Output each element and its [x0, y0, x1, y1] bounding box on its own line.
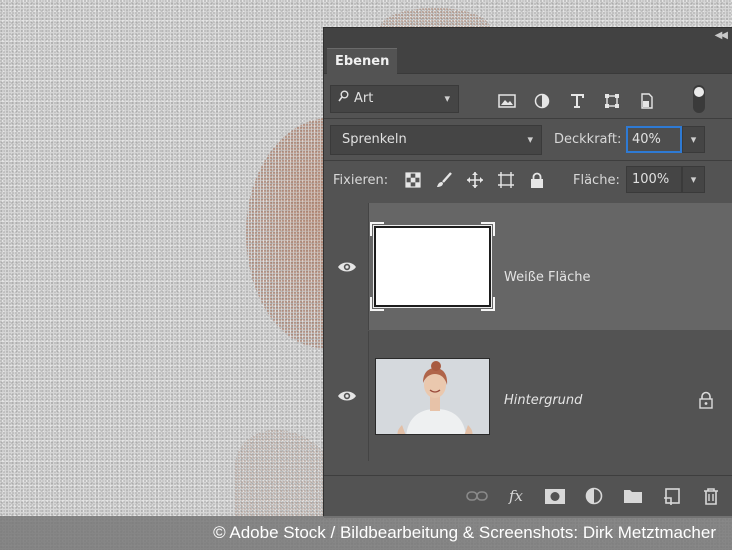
lock-image-pixels-icon[interactable]	[433, 169, 455, 191]
layer-thumbnail-photo[interactable]	[375, 358, 490, 435]
fill-label: Fläche:	[573, 173, 620, 188]
new-adjustment-layer-icon[interactable]	[583, 485, 605, 507]
layer-name[interactable]: Hintergrund	[504, 393, 582, 408]
blend-mode-select[interactable]: Sprenkeln ▾	[330, 125, 542, 155]
smartobject-filter-icon[interactable]	[636, 90, 657, 111]
fx-icon[interactable]: fx	[505, 485, 527, 507]
thumbnail-corner	[481, 297, 495, 311]
opacity-input[interactable]: 40%	[626, 126, 682, 153]
opacity-dropdown-chevron-icon[interactable]: ▾	[682, 126, 705, 153]
layer-lock-icon[interactable]	[698, 391, 714, 409]
layers-panel: ◀◀ Ebenen Art ▾ Sprenkeln ▾ Deckkraft: 4…	[323, 27, 732, 518]
delete-layer-icon[interactable]	[700, 485, 722, 507]
layer-name[interactable]: Weiße Fläche	[504, 270, 590, 285]
add-mask-icon[interactable]	[544, 485, 566, 507]
thumbnail-corner	[370, 297, 384, 311]
link-layers-icon[interactable]	[466, 485, 488, 507]
thumbnail-corner	[481, 222, 495, 236]
type-filter-icon[interactable]	[566, 90, 587, 111]
adjustment-filter-icon[interactable]	[531, 90, 552, 111]
filter-icon-row	[496, 90, 657, 111]
divider	[324, 118, 732, 119]
shape-filter-icon[interactable]	[601, 90, 622, 111]
photo-neck	[235, 430, 335, 520]
filter-kind-select[interactable]: Art ▾	[330, 85, 459, 113]
fill-dropdown-chevron-icon[interactable]: ▾	[682, 166, 705, 193]
lock-position-icon[interactable]	[464, 169, 486, 191]
layer-thumbnail-white[interactable]	[370, 222, 495, 311]
eye-icon[interactable]	[337, 389, 357, 403]
filter-toggle-switch[interactable]	[693, 85, 705, 113]
tab-layers[interactable]: Ebenen	[327, 48, 398, 74]
visibility-column	[324, 203, 369, 330]
lock-label: Fixieren:	[333, 173, 389, 188]
toggle-knob	[694, 87, 704, 97]
panel-header-bar: ◀◀	[324, 28, 732, 48]
lock-transparent-pixels-icon[interactable]	[402, 169, 424, 191]
blend-mode-value: Sprenkeln	[342, 132, 407, 147]
panel-footer-toolbar: fx	[324, 475, 732, 518]
lock-icon-row	[402, 169, 548, 191]
portrait-thumbnail-image	[376, 359, 489, 434]
collapse-panel-icon[interactable]: ◀◀	[715, 30, 728, 41]
fill-input[interactable]: 100%	[626, 166, 682, 193]
lock-artboard-icon[interactable]	[495, 169, 517, 191]
new-group-icon[interactable]	[622, 485, 644, 507]
layer-row-weisse-flaeche[interactable]: Weiße Fläche	[324, 203, 732, 330]
layer-row-hintergrund[interactable]: Hintergrund	[324, 331, 732, 461]
search-icon	[338, 86, 350, 112]
footer-icon-row: fx	[466, 485, 722, 507]
filter-kind-value: Art	[354, 91, 374, 106]
divider	[324, 160, 732, 161]
image-credit: © Adobe Stock / Bildbearbeitung & Screen…	[0, 516, 732, 550]
eye-icon[interactable]	[337, 260, 357, 274]
visibility-column	[324, 331, 369, 461]
panel-tabbar: Ebenen	[324, 48, 732, 74]
lock-all-icon[interactable]	[526, 169, 548, 191]
new-layer-icon[interactable]	[661, 485, 683, 507]
thumbnail-corner	[370, 222, 384, 236]
opacity-label: Deckkraft:	[554, 132, 622, 147]
image-filter-icon[interactable]	[496, 90, 517, 111]
chevron-down-icon: ▾	[444, 92, 450, 105]
chevron-down-icon: ▾	[527, 133, 533, 146]
